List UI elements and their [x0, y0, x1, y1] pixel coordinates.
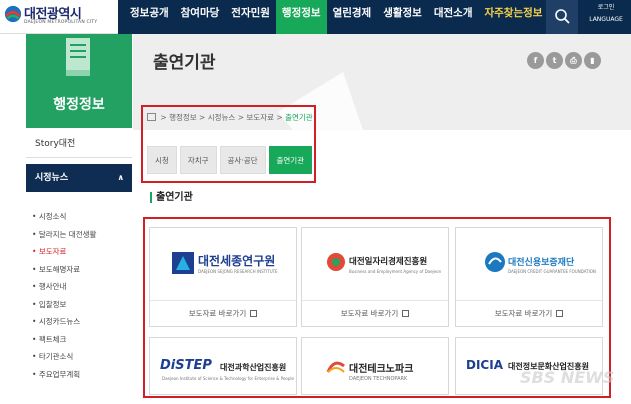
city-emblem-icon — [4, 5, 22, 23]
search-icon — [555, 9, 570, 24]
nav-item-admin-info[interactable]: 행정정보 — [275, 0, 327, 34]
nav-item-participation[interactable]: 참여마당 — [175, 0, 226, 34]
nav-item-e-civil[interactable]: 전자민원 — [225, 0, 276, 34]
main-navigation: 정보공개 참여마당 전자민원 행정정보 열린경제 생활정보 대전소개 자주찾는정… — [124, 0, 548, 34]
search-button[interactable] — [546, 0, 578, 34]
utility-menu: 로그인 LANGUAGE — [582, 2, 630, 23]
logo-subtitle: DAEJEON METROPOLITAN CITY — [24, 20, 98, 25]
submenu-item-events[interactable]: • 행사안내 — [32, 278, 96, 296]
submenu-item-changing-life[interactable]: • 달라지는 대전생활 — [32, 226, 96, 244]
site-logo[interactable]: 대전광역시 DAEJEON METROPOLITAN CITY — [0, 0, 118, 34]
submenu-item-press-release[interactable]: • 보도자료 — [32, 243, 96, 261]
nav-item-info-disclosure[interactable]: 정보공개 — [124, 0, 175, 34]
sidebar-item-city-news[interactable]: 시정뉴스 ∧ — [26, 164, 132, 192]
submenu-item-other-agencies[interactable]: • 타기관소식 — [32, 348, 96, 366]
nav-item-frequent-info[interactable]: 자주찾는정보 — [478, 0, 548, 34]
submenu-item-press-explanation[interactable]: • 보도해명자료 — [32, 261, 96, 279]
twitter-share-icon[interactable]: t — [546, 52, 563, 69]
sidebar-item-story-daejeon[interactable]: Story대전 — [26, 130, 132, 158]
submenu-item-card-news[interactable]: • 시정카드뉴스 — [32, 313, 96, 331]
sidebar-item-label: 시정뉴스 — [35, 173, 69, 183]
chevron-up-icon: ∧ — [117, 173, 125, 182]
nav-item-open-economy[interactable]: 열린경제 — [327, 0, 378, 34]
submenu-item-city-news[interactable]: • 시정소식 — [32, 208, 96, 226]
nav-item-life-info[interactable]: 생활정보 — [377, 0, 428, 34]
nav-item-about-daejeon[interactable]: 대전소개 — [428, 0, 479, 34]
section-title: 출연기관 — [150, 192, 193, 203]
highlight-box-breadcrumb-tabs — [141, 105, 316, 183]
page-title: 출연기관 — [153, 53, 216, 73]
submenu-item-work-plan[interactable]: • 주요업무계획 — [32, 366, 96, 384]
sidebar-submenu: • 시정소식 • 달라지는 대전생활 • 보도자료 • 보도해명자료 • 행사안… — [32, 208, 96, 383]
login-link[interactable]: 로그인 — [582, 2, 630, 11]
bookmark-icon[interactable]: ▮ — [584, 52, 601, 69]
language-selector[interactable]: LANGUAGE — [582, 16, 630, 23]
submenu-item-bids[interactable]: • 입찰정보 — [32, 296, 96, 314]
print-icon[interactable]: ⎙ — [565, 52, 582, 69]
submenu-item-fact-check[interactable]: • 팩트체크 — [32, 331, 96, 349]
sidebar-banner: 행정정보 — [26, 34, 132, 128]
watermark: SBS NEWS — [520, 368, 615, 387]
facebook-share-icon[interactable]: f — [527, 52, 544, 69]
sidebar-title: 행정정보 — [53, 97, 105, 113]
